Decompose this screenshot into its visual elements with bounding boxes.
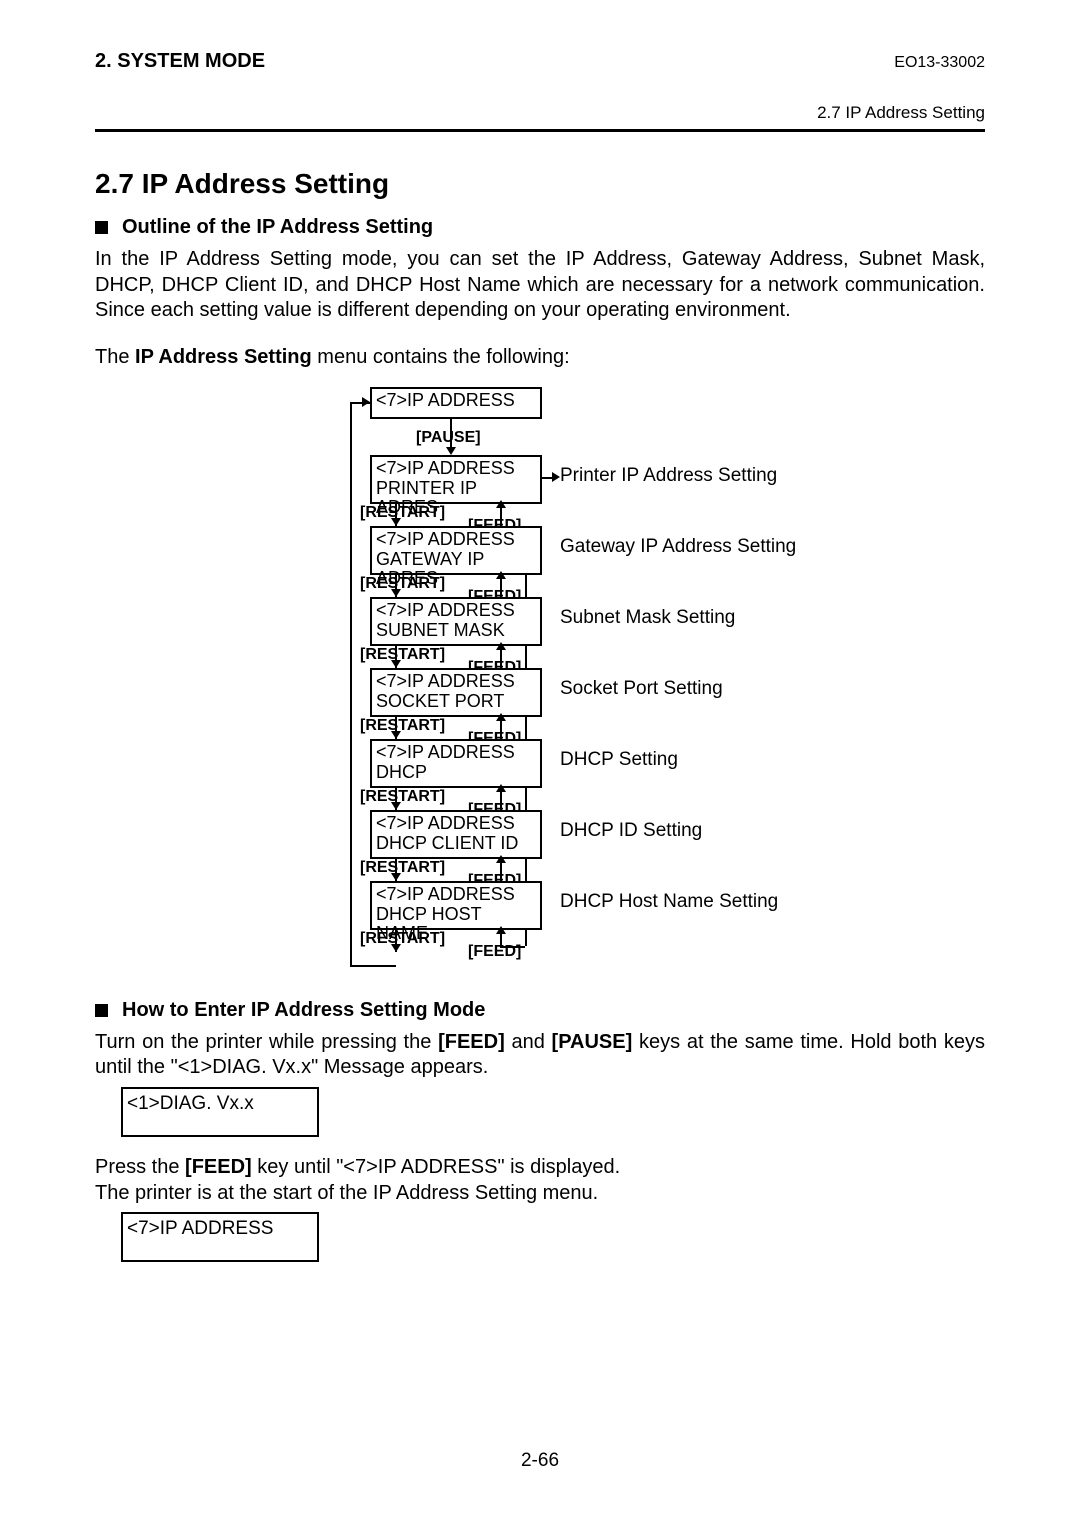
arrow-up-icon [496, 926, 506, 934]
flow-label-pause: [PAUSE] [416, 429, 481, 447]
flow-box-line2: SOCKET PORT [376, 691, 504, 711]
flow-desc: DHCP ID Setting [560, 820, 880, 842]
menu-intro-suffix: menu contains the following: [312, 346, 570, 368]
flow-box: <7>IP ADDRESS DHCP [370, 739, 542, 788]
flow-box-line1: <7>IP ADDRESS [376, 529, 515, 549]
arrow-up-icon [496, 855, 506, 863]
flow-box: <7>IP ADDRESS DHCP HOST NAME [370, 881, 542, 930]
header-section: 2. SYSTEM MODE [95, 50, 265, 73]
flow-box-line1: <7>IP ADDRESS [376, 600, 515, 620]
flow-box-line1: <7>IP ADDRESS [376, 742, 515, 762]
flow-label-restart: [RESTART] [360, 575, 445, 593]
howto-p1-pause: [PAUSE] [552, 1031, 633, 1053]
flow-box: <7>IP ADDRESS PRINTER IP ADRES [370, 455, 542, 504]
lcd-screen-ip: <7>IP ADDRESS [121, 1212, 319, 1262]
flow-box: <7>IP ADDRESS SUBNET MASK [370, 597, 542, 646]
howto-p2-c: key until "<7>IP ADDRESS" is displayed. [252, 1156, 620, 1178]
flow-label-restart: [RESTART] [360, 504, 445, 522]
outline-heading: Outline of the IP Address Setting [122, 216, 433, 239]
flow-desc: DHCP Host Name Setting [560, 891, 880, 913]
flowchart: <7>IP ADDRESS [PAUSE] <7>IP ADDRESS PRIN… [290, 387, 890, 967]
flow-label-restart: [RESTART] [360, 717, 445, 735]
flow-box: <7>IP ADDRESS DHCP CLIENT ID [370, 810, 542, 859]
flow-box: <7>IP ADDRESS SOCKET PORT [370, 668, 542, 717]
arrow-up-icon [496, 571, 506, 579]
menu-intro-bold: IP Address Setting [135, 346, 312, 368]
flow-connector [500, 946, 525, 948]
howto-p1: Turn on the printer while pressing the [… [95, 1030, 985, 1081]
flow-box-line1: <7>IP ADDRESS [376, 884, 515, 904]
flow-box-top: <7>IP ADDRESS [370, 387, 542, 419]
flow-desc: Gateway IP Address Setting [560, 536, 880, 558]
arrow-up-icon [496, 784, 506, 792]
outline-paragraph: In the IP Address Setting mode, you can … [95, 247, 985, 324]
flow-desc: Socket Port Setting [560, 678, 880, 700]
howto-p2-a: Press the [95, 1156, 185, 1178]
howto-p2-feed: [FEED] [185, 1156, 252, 1178]
flow-desc: DHCP Setting [560, 749, 880, 771]
section-title: 2.7 IP Address Setting [95, 168, 985, 200]
bullet-icon [95, 221, 108, 234]
flow-box: <7>IP ADDRESS GATEWAY IP ADRES [370, 526, 542, 575]
arrow-right-icon [552, 472, 560, 482]
arrow-down-icon [446, 447, 456, 455]
flow-box-line1: <7>IP ADDRESS [376, 458, 515, 478]
header-doc-id: EO13-33002 [894, 54, 985, 72]
menu-intro: The IP Address Setting menu contains the… [95, 346, 985, 369]
menu-intro-prefix: The [95, 346, 135, 368]
arrow-right-icon [362, 397, 370, 407]
howto-p1-a: Turn on the printer while pressing the [95, 1031, 438, 1053]
header-subsection: 2.7 IP Address Setting [95, 103, 985, 123]
flow-box-line1: <7>IP ADDRESS [376, 813, 515, 833]
flow-box-line2: SUBNET MASK [376, 620, 505, 640]
flow-desc: Printer IP Address Setting [560, 465, 880, 487]
flow-box-line1: <7>IP ADDRESS [376, 671, 515, 691]
flow-box-line2: DHCP [376, 762, 427, 782]
howto-p2: Press the [FEED] key until "<7>IP ADDRES… [95, 1155, 985, 1206]
page-number: 2-66 [0, 1450, 1080, 1472]
flow-label-restart: [RESTART] [360, 859, 445, 877]
flow-label-restart: [RESTART] [360, 788, 445, 806]
flow-connector [350, 402, 352, 967]
flow-label-restart: [RESTART] [360, 930, 445, 948]
flow-box-line2: DHCP CLIENT ID [376, 833, 518, 853]
flow-label-restart: [RESTART] [360, 646, 445, 664]
howto-p1-feed: [FEED] [438, 1031, 505, 1053]
flow-connector [350, 965, 396, 967]
howto-p2-d: The printer is at the start of the IP Ad… [95, 1182, 598, 1204]
arrow-up-icon [496, 500, 506, 508]
header-rule [95, 129, 985, 132]
bullet-icon [95, 1004, 108, 1017]
arrow-up-icon [496, 713, 506, 721]
lcd-screen-diag: <1>DIAG. Vx.x [121, 1087, 319, 1137]
howto-heading: How to Enter IP Address Setting Mode [122, 999, 485, 1022]
arrow-up-icon [496, 642, 506, 650]
flow-desc: Subnet Mask Setting [560, 607, 880, 629]
howto-p1-c: and [505, 1031, 552, 1053]
